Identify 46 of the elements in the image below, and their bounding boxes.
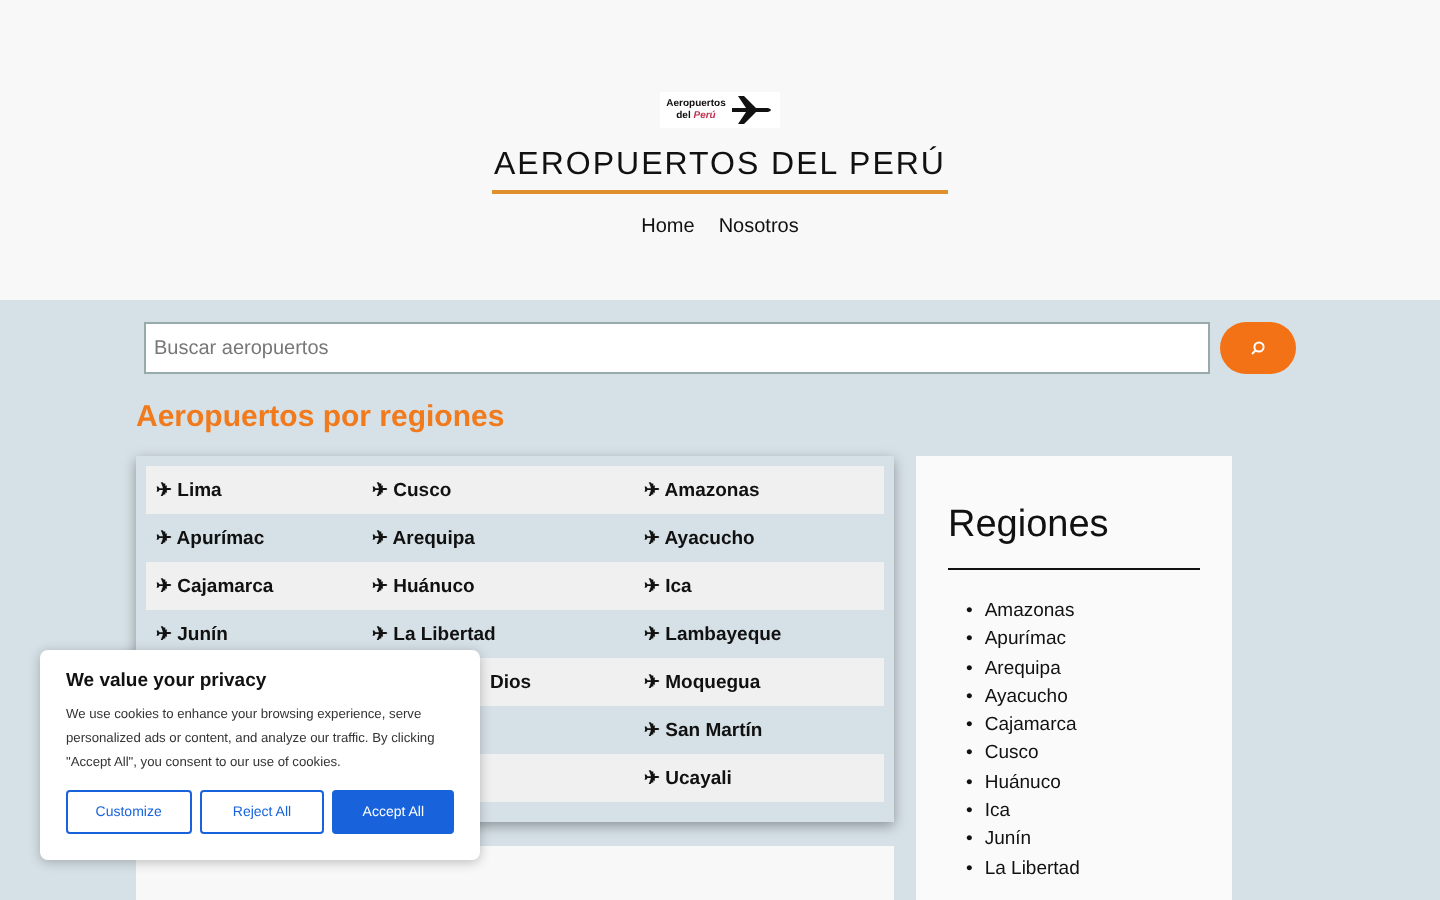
search-button[interactable] xyxy=(1220,322,1296,374)
region-link[interactable]: ✈ Ayacucho xyxy=(644,526,755,550)
region-link[interactable]: ✈ Lima xyxy=(156,478,222,502)
region-link[interactable]: ✈ San Martín xyxy=(644,718,763,742)
sidebar-item[interactable]: Ica xyxy=(984,798,1011,827)
region-link[interactable]: ✈ Cajamarca xyxy=(156,574,274,598)
bullet-icon: • xyxy=(966,855,973,884)
sidebar-item[interactable]: Amazonas xyxy=(984,598,1075,627)
region-link[interactable]: ✈ Cusco xyxy=(372,478,452,502)
sidebar-item[interactable]: Ayacucho xyxy=(984,683,1068,713)
search-field[interactable]: Buscar aeropuertos xyxy=(144,322,1210,374)
site-title[interactable]: AEROPUERTOS DEL PERÚ xyxy=(492,148,948,194)
region-link[interactable]: ✈ Ucayali xyxy=(644,766,732,790)
nav-link[interactable]: Nosotros xyxy=(718,216,799,238)
region-link[interactable]: ✈ Moquegua xyxy=(644,670,761,694)
sidebar-item[interactable]: La Libertad xyxy=(984,855,1080,884)
sidebar-item[interactable]: Apurímac xyxy=(984,626,1066,656)
bullet-icon: • xyxy=(966,826,973,856)
sidebar-item[interactable]: Cajamarca xyxy=(984,712,1077,741)
bullet-icon: • xyxy=(966,598,973,627)
region-link[interactable]: Dios xyxy=(490,671,532,693)
section-heading: Aeropuertos por regiones xyxy=(136,400,507,434)
bullet-icon: • xyxy=(966,740,973,770)
search-icon xyxy=(1250,340,1266,356)
bullet-icon: • xyxy=(966,683,973,713)
region-link[interactable]: ✈ La Libertad xyxy=(372,622,496,646)
region-link[interactable]: ✈ Lambayeque xyxy=(644,622,782,646)
airplane-icon xyxy=(729,94,774,126)
sidebar-item[interactable]: Cusco xyxy=(984,740,1039,770)
cookie-title: We value your privacy xyxy=(66,670,269,692)
region-link[interactable]: ✈ Ica xyxy=(644,574,692,598)
region-link[interactable]: ✈ Arequipa xyxy=(372,526,475,550)
bullet-icon: • xyxy=(966,769,973,799)
bullet-icon: • xyxy=(966,655,973,684)
nav-link[interactable]: Home xyxy=(641,216,695,238)
region-link[interactable]: ✈ Amazonas xyxy=(644,478,760,502)
bullet-icon: • xyxy=(966,712,973,741)
sidebar-title: Regiones xyxy=(948,504,1200,570)
bullet-icon: • xyxy=(966,626,973,656)
sidebar-item[interactable]: Arequipa xyxy=(984,655,1061,684)
region-link[interactable]: ✈ Junín xyxy=(156,622,228,646)
sidebar-item[interactable]: Huánuco xyxy=(984,769,1061,799)
region-link[interactable]: ✈ Huánuco xyxy=(372,574,475,598)
bullet-icon: • xyxy=(966,798,973,827)
sidebar-item[interactable]: Junín xyxy=(984,826,1032,856)
region-link[interactable]: ✈ Apurímac xyxy=(156,526,265,550)
